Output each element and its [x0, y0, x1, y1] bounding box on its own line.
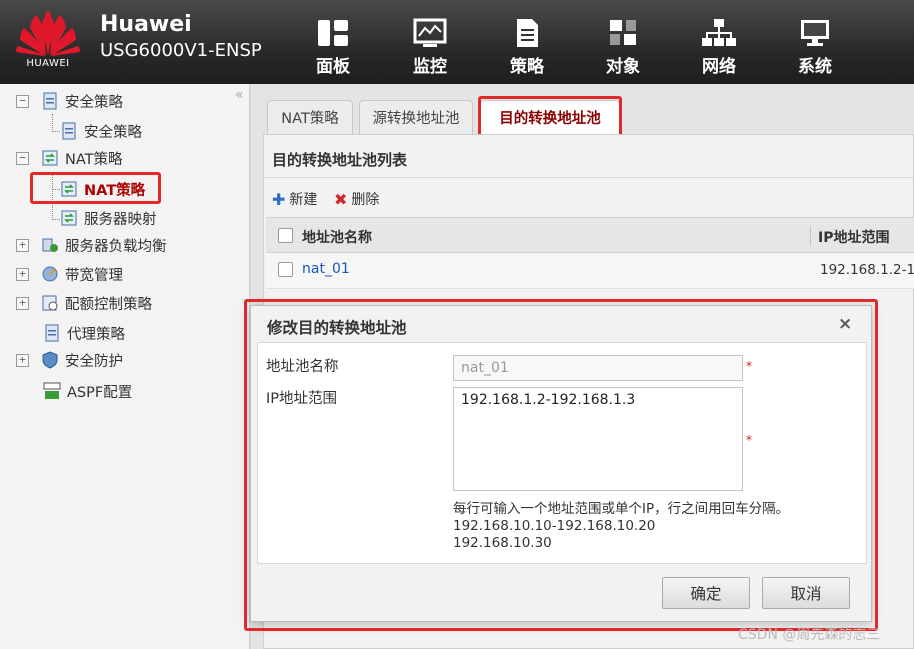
top-header: HUAWEI Huawei USG6000V1-ENSP 面板 监控 策略 对象…	[0, 0, 914, 84]
expand-icon[interactable]: +	[16, 353, 29, 367]
sidebar-item-bandwidth[interactable]: + 带宽管理	[16, 263, 123, 285]
highlight-frame	[244, 299, 878, 631]
panel-title: 目的转换地址池列表	[272, 151, 408, 169]
nav-object[interactable]: 对象	[591, 18, 655, 80]
proxy-icon	[45, 324, 59, 342]
huawei-logo: HUAWEI	[12, 6, 84, 70]
logo-text: HUAWEI	[26, 58, 70, 69]
sidebar-item-label: 安全防护	[65, 353, 123, 370]
sidebar: « − 安全策略 安全策略 − NAT策略 NAT策略 服务器映射 + 服务器负…	[0, 84, 250, 649]
nav-label: 网络	[702, 57, 736, 77]
tab-nat-policy[interactable]: NAT策略	[267, 100, 353, 134]
sidebar-item-label: 服务器负载均衡	[65, 238, 167, 255]
aspf-icon	[43, 382, 61, 399]
tree-connector	[52, 114, 53, 132]
sidebar-item-label: ASPF配置	[67, 384, 133, 401]
sidebar-item-nat-policy-group[interactable]: − NAT策略	[16, 147, 123, 169]
nav-label: 系统	[798, 57, 832, 77]
policy-icon	[517, 19, 538, 47]
shield-icon	[42, 351, 58, 369]
select-all-checkbox[interactable]	[278, 228, 293, 243]
monitor-icon	[413, 18, 447, 47]
system-icon	[801, 20, 829, 46]
pool-ip-range: 192.168.1.2-19	[820, 262, 914, 278]
sidebar-item-security-policy[interactable]: 安全策略	[60, 120, 142, 142]
nav-dashboard[interactable]: 面板	[301, 18, 365, 80]
tab-label: 源转换地址池	[372, 111, 460, 127]
sidebar-item-aspf[interactable]: ASPF配置	[43, 380, 132, 402]
expand-icon[interactable]: +	[16, 296, 29, 310]
expand-icon[interactable]: +	[16, 238, 29, 252]
dashboard-icon	[318, 20, 348, 46]
column-separator[interactable]	[810, 226, 811, 246]
quota-icon	[42, 295, 58, 311]
object-icon	[610, 20, 636, 45]
tab-label: NAT策略	[281, 111, 339, 127]
document-icon	[62, 122, 76, 140]
highlight-frame	[30, 172, 161, 204]
column-header-ip-range[interactable]: IP地址范围	[818, 227, 889, 247]
nav-system[interactable]: 系统	[783, 18, 847, 80]
row-checkbox[interactable]	[278, 262, 293, 277]
delete-icon: ✖	[334, 189, 348, 209]
sidebar-item-security-protection[interactable]: + 安全防护	[16, 349, 123, 371]
sidebar-item-label: 代理策略	[67, 326, 125, 343]
expand-icon[interactable]: +	[16, 267, 29, 281]
network-icon	[702, 19, 736, 46]
delete-button[interactable]: ✖ 删除	[334, 189, 379, 209]
pool-name-link[interactable]: nat_01	[302, 261, 350, 277]
nav-label: 监控	[413, 57, 447, 77]
new-button[interactable]: ✚ 新建	[272, 189, 317, 209]
document-icon	[43, 92, 57, 110]
collapse-icon[interactable]: −	[16, 151, 29, 165]
sidebar-item-quota[interactable]: + 配额控制策略	[16, 292, 152, 314]
nav-label: 对象	[606, 57, 640, 77]
watermark: CSDN @周先森的志三	[738, 627, 881, 643]
sidebar-item-security-policy-group[interactable]: − 安全策略	[16, 90, 123, 112]
plus-icon: ✚	[272, 189, 286, 209]
sidebar-item-slb[interactable]: + 服务器负载均衡	[16, 234, 167, 256]
nav-network[interactable]: 网络	[687, 18, 751, 80]
sidebar-item-label: 安全策略	[65, 94, 123, 111]
sidebar-item-label: 服务器映射	[84, 211, 157, 228]
table-header: 地址池名称 IP地址范围	[266, 217, 914, 253]
nav-label: 策略	[510, 57, 544, 77]
sidebar-item-label: NAT策略	[65, 151, 123, 168]
tab-source-pool[interactable]: 源转换地址池	[359, 100, 473, 134]
brand-title: Huawei	[100, 12, 192, 37]
sidebar-item-server-mapping[interactable]: 服务器映射	[60, 207, 157, 229]
bandwidth-icon	[42, 266, 58, 282]
load-balance-icon	[42, 238, 58, 252]
sidebar-item-label: 安全策略	[84, 124, 142, 141]
nav-policy[interactable]: 策略	[495, 18, 559, 80]
sidebar-item-label: 带宽管理	[65, 267, 123, 284]
huawei-logo-icon	[16, 10, 80, 56]
collapse-sidebar-icon[interactable]: «	[235, 87, 244, 103]
nav-label: 面板	[316, 57, 350, 77]
nav-monitor[interactable]: 监控	[398, 18, 462, 80]
sidebar-item-label: 配额控制策略	[65, 296, 152, 313]
tree-connector	[52, 131, 60, 132]
new-label: 新建	[289, 192, 318, 208]
device-name: USG6000V1-ENSP	[100, 40, 262, 61]
nat-icon	[42, 150, 58, 166]
tree-connector	[52, 219, 60, 220]
column-header-name[interactable]: 地址池名称	[302, 227, 372, 247]
sidebar-item-proxy[interactable]: 代理策略	[43, 322, 125, 344]
server-mapping-icon	[61, 210, 77, 226]
divider	[264, 177, 914, 178]
collapse-icon[interactable]: −	[16, 94, 29, 108]
delete-label: 删除	[351, 192, 380, 208]
table-row[interactable]: nat_01 192.168.1.2-19	[266, 253, 914, 289]
